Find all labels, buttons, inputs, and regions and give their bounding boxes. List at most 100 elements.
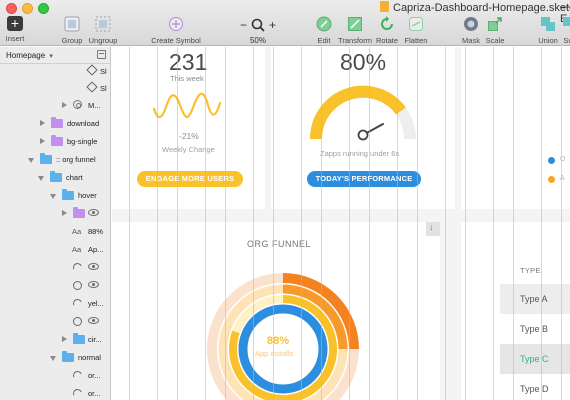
layer-row[interactable]: Aa 88% xyxy=(0,223,110,241)
ungroup-button[interactable]: Ungroup xyxy=(88,16,118,45)
layer-row[interactable] xyxy=(0,259,110,277)
artboard-canvas[interactable]: 231 This week -21% Weekly Change ENGAGE … xyxy=(112,47,570,400)
funnel-center-label: App installs xyxy=(255,349,294,358)
layout-grid-line xyxy=(541,47,542,400)
group-icon xyxy=(64,16,80,32)
layout-grid-line xyxy=(349,47,350,400)
union-icon xyxy=(541,17,555,31)
eye-icon[interactable] xyxy=(88,209,99,216)
rotate-button[interactable]: Rotate xyxy=(375,16,399,45)
layout-grid-line xyxy=(129,47,130,400)
layer-row[interactable]: :: org funnel xyxy=(0,151,110,169)
type-row-selected[interactable]: Type C xyxy=(500,344,570,374)
todays-performance-button[interactable]: TODAY'S PERFORMANCE xyxy=(307,171,421,187)
window-title: Capriza-Dashboard-Homepage.sketch xyxy=(380,1,570,14)
collapse-pages-icon[interactable] xyxy=(97,50,106,59)
edit-icon xyxy=(316,16,332,32)
disclosure-triangle[interactable] xyxy=(50,356,56,361)
zoom-in-button[interactable]: + xyxy=(269,18,276,32)
layer-row[interactable]: chart xyxy=(0,169,110,187)
create-symbol-button[interactable]: Create Symbol xyxy=(150,16,202,45)
arc-shape-icon xyxy=(71,387,84,400)
zoom-window-button[interactable] xyxy=(38,3,49,14)
layers-sidebar: Homepage ▾ Sl Sl M... download bg-single… xyxy=(0,47,111,400)
chevron-down-icon: ▾ xyxy=(49,53,53,60)
disclosure-triangle[interactable] xyxy=(40,120,45,126)
edit-button[interactable]: Edit xyxy=(314,16,334,45)
disclosure-triangle[interactable] xyxy=(28,158,34,163)
download-tab[interactable]: ↓ xyxy=(426,222,440,236)
oval-shape-icon xyxy=(73,317,82,326)
weekly-change-label: Weekly Change xyxy=(162,145,215,154)
legend-dot-blue xyxy=(548,157,555,164)
zoom-out-button[interactable]: − xyxy=(240,18,247,32)
layout-grid-line xyxy=(445,47,446,400)
layer-row[interactable]: or... xyxy=(0,385,110,400)
mask-button[interactable]: Mask xyxy=(460,16,482,45)
disclosure-triangle[interactable] xyxy=(40,138,45,144)
eye-icon[interactable] xyxy=(88,317,99,324)
scale-button[interactable]: Scale xyxy=(484,16,506,45)
layout-grid-line xyxy=(513,47,514,400)
layout-grid-line xyxy=(321,47,322,400)
subtract-button[interactable]: Su xyxy=(561,16,570,45)
layer-row[interactable]: hover xyxy=(0,187,110,205)
disclosure-triangle[interactable] xyxy=(50,194,56,199)
layer-row[interactable] xyxy=(0,205,110,223)
legend-card xyxy=(461,47,570,209)
layer-row[interactable]: Sl xyxy=(0,80,110,98)
eye-icon[interactable] xyxy=(88,263,99,270)
arc-shape-icon xyxy=(71,297,84,310)
eye-icon[interactable] xyxy=(88,281,99,288)
folder-icon xyxy=(62,189,74,200)
layer-row[interactable]: M... xyxy=(0,97,110,115)
folder-icon xyxy=(50,171,62,182)
group-button[interactable]: Group xyxy=(60,16,84,45)
arc-shape-icon xyxy=(71,369,84,382)
layout-grid-line xyxy=(273,47,274,400)
folder-icon xyxy=(73,207,85,218)
create-symbol-icon xyxy=(169,17,183,31)
transform-button[interactable]: Transform xyxy=(337,16,373,45)
disclosure-triangle[interactable] xyxy=(62,210,67,216)
rotate-icon xyxy=(381,16,393,30)
page-selector[interactable]: Homepage ▾ xyxy=(0,47,110,64)
flatten-button[interactable]: Flatten xyxy=(403,16,429,45)
disclosure-triangle[interactable] xyxy=(38,176,44,181)
type-row[interactable]: Type D xyxy=(500,374,570,400)
layer-row[interactable]: cir... xyxy=(0,331,110,349)
disclosure-triangle[interactable] xyxy=(62,102,67,108)
legend-dot-orange xyxy=(548,176,555,183)
performance-caption: Zapps running under 6s xyxy=(320,149,400,158)
layer-row[interactable]: Aa Ap... xyxy=(0,241,110,259)
performance-gauge xyxy=(309,85,416,141)
type-row[interactable]: Type B xyxy=(500,314,570,344)
layer-row[interactable]: normal xyxy=(0,349,110,367)
ungroup-icon xyxy=(95,16,111,32)
layer-row[interactable]: yel... xyxy=(0,295,110,313)
layout-grid-line xyxy=(465,47,466,400)
layer-row[interactable]: download xyxy=(0,115,110,133)
layout-grid-line xyxy=(157,47,158,400)
close-window-button[interactable] xyxy=(6,3,17,14)
users-count: 231 xyxy=(169,49,208,75)
insert-button[interactable]: + Insert xyxy=(4,16,26,44)
layout-grid-line xyxy=(397,47,398,400)
toolbar: Capriza-Dashboard-Homepage.sketch — E + … xyxy=(0,0,570,46)
engage-users-button[interactable]: ENGAGE MORE USERS xyxy=(137,171,243,187)
text-layer-icon: Aa xyxy=(72,227,82,236)
layer-row[interactable]: bg-single xyxy=(0,133,110,151)
layer-row[interactable] xyxy=(0,313,110,331)
type-row[interactable]: Type A xyxy=(500,284,570,314)
layer-row[interactable]: or... xyxy=(0,367,110,385)
mask-icon xyxy=(464,17,478,31)
layer-row[interactable] xyxy=(0,277,110,295)
disclosure-triangle[interactable] xyxy=(62,336,67,342)
layout-grid-line xyxy=(301,47,302,400)
minimize-window-button[interactable] xyxy=(22,3,33,14)
union-button[interactable]: Union xyxy=(537,16,559,45)
download-arrow-icon: ↓ xyxy=(429,222,434,232)
oval-shape-icon xyxy=(73,281,82,290)
type-column-header: TYPE xyxy=(520,266,541,275)
layer-row[interactable]: Sl xyxy=(0,63,110,81)
